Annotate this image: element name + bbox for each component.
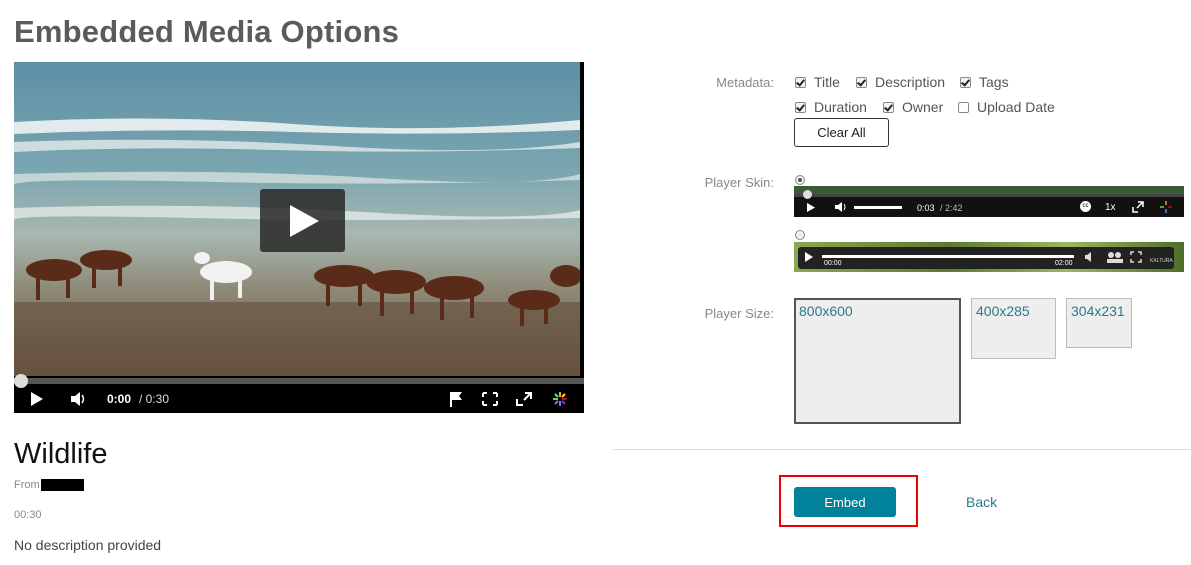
skin-2-duration: 02:00 <box>1055 260 1073 267</box>
fullscreen-icon[interactable] <box>482 388 498 410</box>
from-label: From <box>14 479 40 491</box>
player-size-label: Player Size: <box>704 306 774 321</box>
player-skin-label: Player Skin: <box>704 175 774 190</box>
skin-1-kaltura-icon <box>1160 201 1172 213</box>
skin-2-preview[interactable]: 00:00 02:00 KALTURA <box>794 242 1184 272</box>
checkbox[interactable] <box>856 76 867 88</box>
size-option-800x600[interactable]: 800x600 <box>794 298 961 424</box>
media-duration: 00:30 <box>14 509 42 521</box>
skin-1-duration: / 2:42 <box>940 203 963 213</box>
media-title: Wildlife <box>14 438 108 470</box>
skin-2-play-icon <box>805 252 813 262</box>
metadata-checkbox-upload-date[interactable]: Upload Date <box>958 99 1055 115</box>
redacted-owner-name <box>40 479 84 492</box>
metadata-label: Metadata: <box>716 75 774 90</box>
clear-all-button[interactable]: Clear All <box>794 118 889 147</box>
checkbox[interactable] <box>795 101 806 113</box>
checkbox[interactable] <box>958 101 969 113</box>
kaltura-logo-icon[interactable] <box>552 388 568 410</box>
skin-2-brand-logo: KALTURA <box>1150 258 1173 264</box>
divider <box>613 449 1191 450</box>
metadata-checkbox-duration[interactable]: Duration <box>795 99 867 115</box>
embed-button[interactable]: Embed <box>794 487 896 517</box>
size-option-400x285[interactable]: 400x285 <box>971 298 1056 359</box>
duration-time: / 0:30 <box>139 392 170 406</box>
metadata-checkbox-description[interactable]: Description <box>856 74 945 90</box>
metadata-checkbox-owner[interactable]: Owner <box>883 99 943 115</box>
progress-bar[interactable] <box>14 378 584 384</box>
page-title: Embedded Media Options <box>14 14 400 49</box>
video-player[interactable]: 0:00 / 0:30 <box>14 62 584 413</box>
skin-1-speed: 1x <box>1105 202 1116 213</box>
metadata-checkbox-title[interactable]: Title <box>795 74 840 90</box>
checkbox[interactable] <box>795 76 806 88</box>
skin-1-time: 0:03 <box>917 203 935 213</box>
flag-icon[interactable] <box>448 388 464 410</box>
volume-icon[interactable] <box>70 388 88 410</box>
size-option-304x231[interactable]: 304x231 <box>1066 298 1132 348</box>
skin-2-volume-icon <box>1085 252 1091 262</box>
skin-2-radio[interactable] <box>795 230 805 240</box>
skin-1-expand-icon <box>1132 201 1144 213</box>
play-icon[interactable] <box>30 388 44 410</box>
current-time: 0:00 <box>107 392 132 406</box>
skin-1-play-icon <box>807 203 815 212</box>
checkbox[interactable] <box>960 76 971 88</box>
skin-1-preview[interactable]: 0:03 / 2:42 cc 1x <box>794 186 1184 217</box>
big-play-button[interactable] <box>260 189 345 252</box>
skin-1-volume-icon <box>835 202 846 212</box>
skin-2-users-icon <box>1107 252 1123 263</box>
progress-handle[interactable] <box>14 374 28 388</box>
skin-2-time: 00:00 <box>824 260 842 267</box>
back-link[interactable]: Back <box>966 494 997 510</box>
skin-2-fullscreen-icon <box>1130 251 1142 263</box>
skin-1-radio[interactable] <box>795 175 805 185</box>
media-owner: From <box>14 479 84 492</box>
skin-1-cc-icon: cc <box>1080 201 1091 212</box>
expand-icon[interactable] <box>516 388 532 410</box>
checkbox[interactable] <box>883 101 894 113</box>
metadata-checkbox-tags[interactable]: Tags <box>960 74 1009 90</box>
media-description: No description provided <box>14 537 162 553</box>
